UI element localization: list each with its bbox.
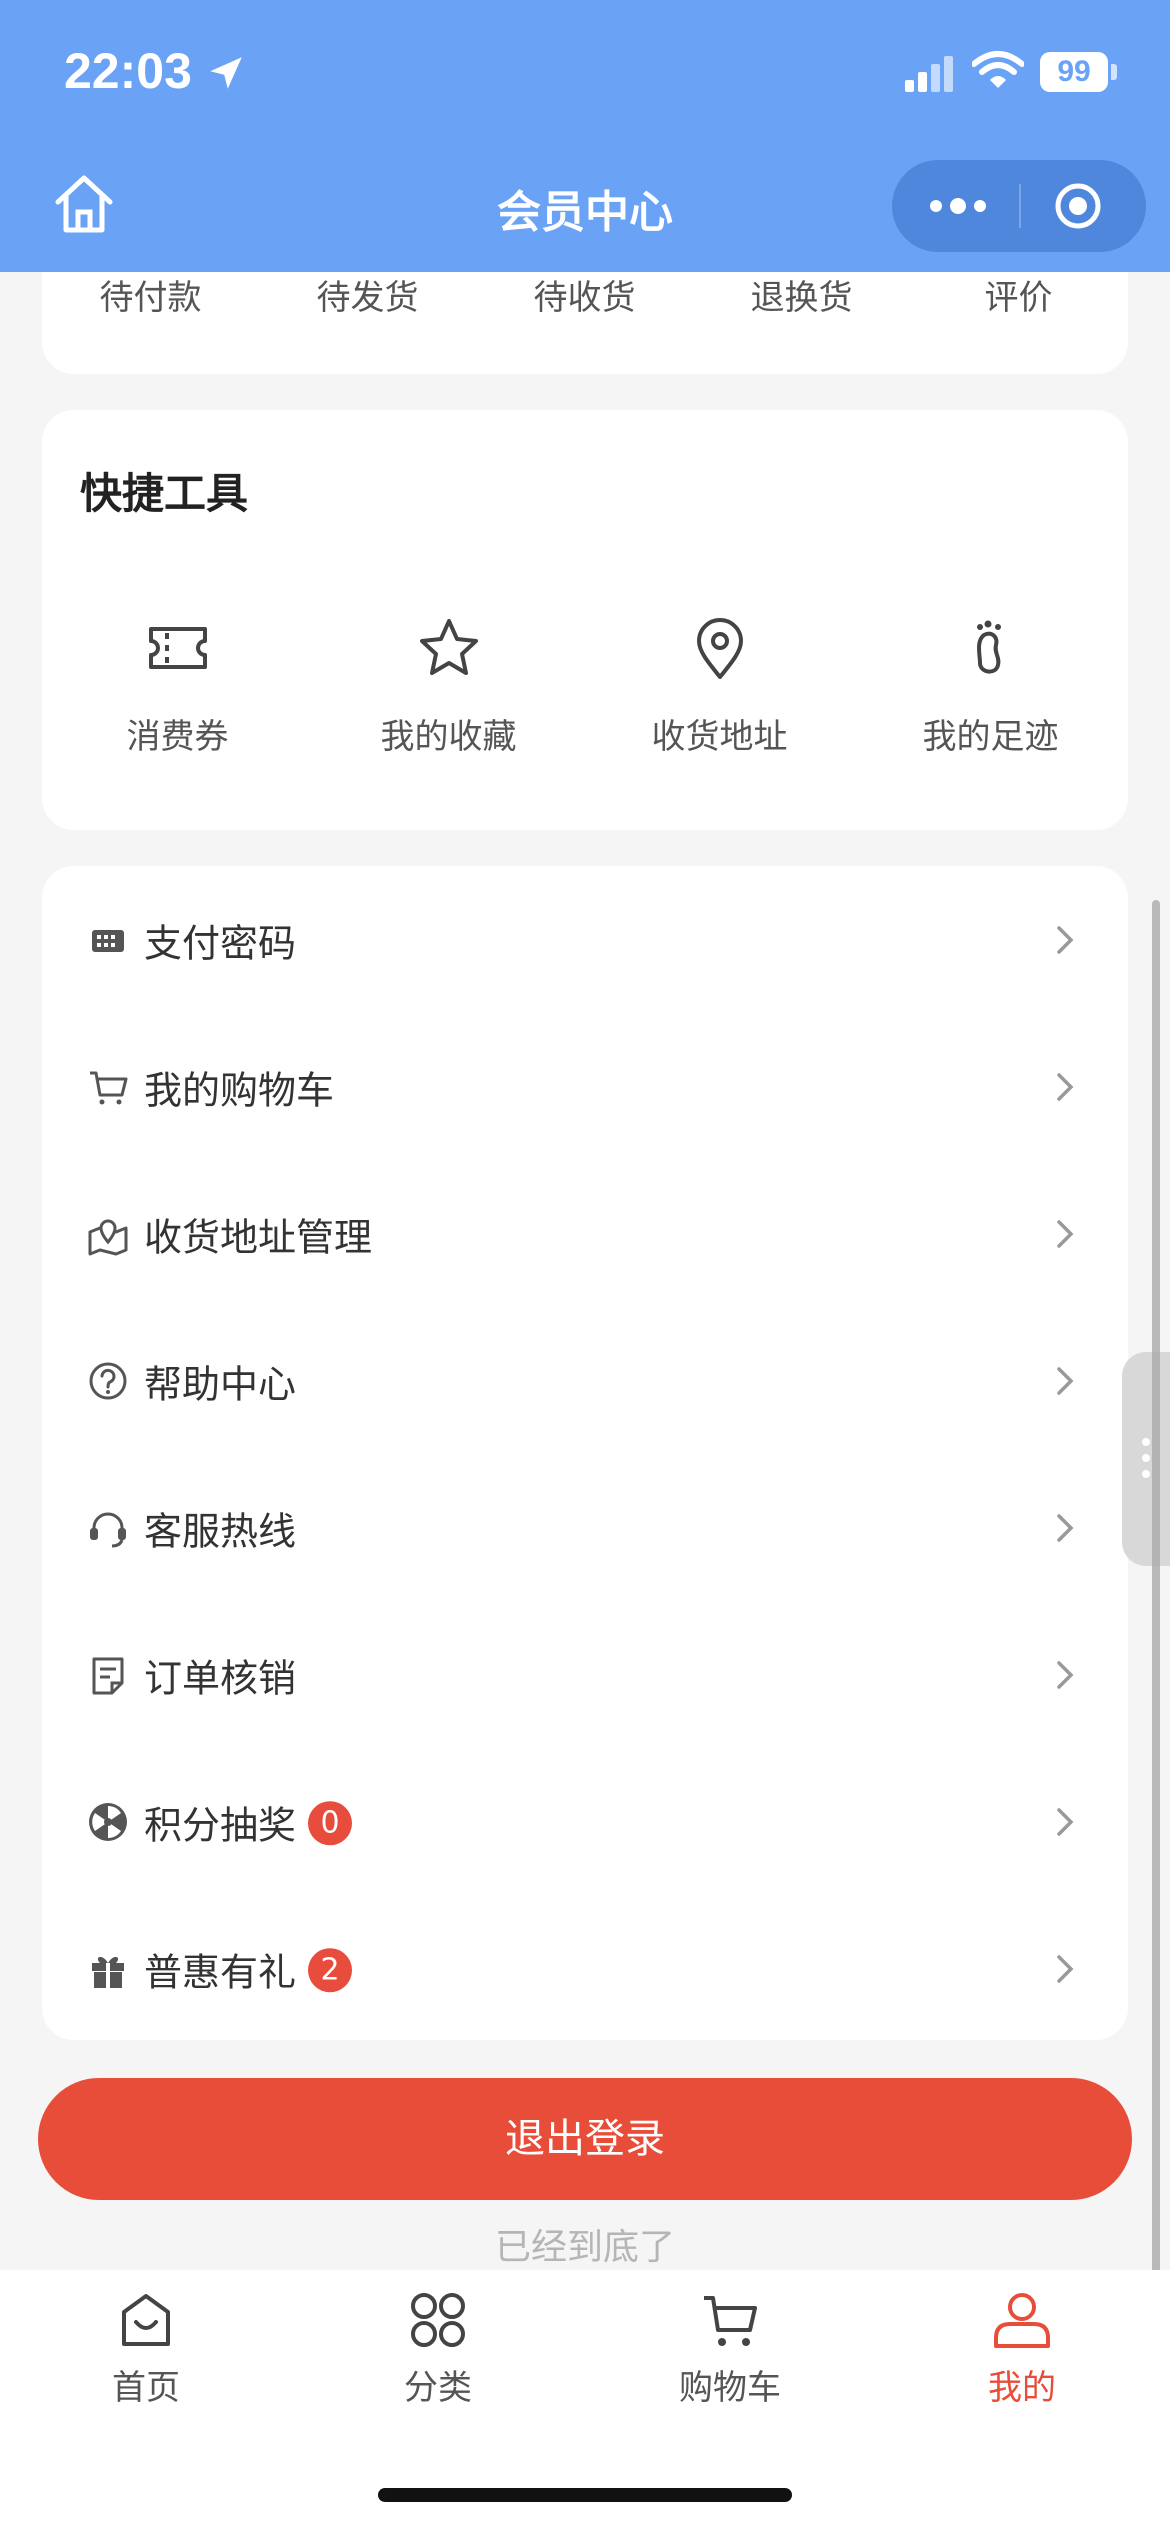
menu-label: 支付密码	[144, 912, 296, 967]
more-icon[interactable]	[928, 190, 988, 222]
tab-mine-label: 我的	[988, 2368, 1056, 2408]
chevron-right-icon	[1057, 1513, 1074, 1542]
signal-icon	[905, 56, 953, 92]
order-pending-receipt[interactable]: 待收货	[476, 270, 693, 319]
tool-footprints-label: 我的足迹	[922, 717, 1059, 757]
menu-label-text: 积分抽奖	[144, 1802, 297, 1847]
map-pin-icon	[88, 1219, 128, 1255]
menu-label-text: 支付密码	[144, 921, 297, 965]
chevron-right-icon	[1057, 1660, 1074, 1689]
menu-label-text: 我的购物车	[144, 1068, 335, 1112]
menu-label: 积分抽奖 0	[144, 1794, 353, 1850]
tool-coupons[interactable]: 消费券	[42, 615, 313, 758]
tab-category[interactable]: 分类	[292, 2290, 584, 2409]
quick-tools-title: 快捷工具	[80, 469, 249, 518]
order-pending-payment[interactable]: 待付款	[42, 270, 259, 319]
category-icon	[411, 2293, 465, 2347]
capsule-divider	[1019, 184, 1021, 228]
tool-footprints[interactable]: 我的足迹	[855, 615, 1126, 758]
tool-address-label: 收货地址	[651, 717, 788, 757]
footprint-icon	[976, 620, 1001, 674]
tool-address[interactable]: 收货地址	[584, 615, 855, 758]
chevron-right-icon	[1057, 1072, 1074, 1101]
status-time: 22:03	[64, 43, 192, 99]
tab-home[interactable]: 首页	[0, 2290, 292, 2409]
battery-indicator: 99	[1040, 52, 1108, 92]
cart-icon	[90, 1071, 128, 1104]
chevron-right-icon	[1057, 1807, 1074, 1836]
headset-icon	[90, 1512, 126, 1547]
order-returns[interactable]: 退换货	[693, 270, 910, 319]
home-bag-icon	[122, 2294, 170, 2346]
menu-item-payment-password[interactable]: 支付密码	[42, 866, 1128, 1013]
menu-label-text: 普惠有礼	[144, 1949, 297, 1994]
ticket-icon	[148, 627, 207, 669]
location-pin-icon	[696, 618, 743, 679]
home-indicator	[378, 2488, 792, 2502]
menu-label: 帮助中心	[144, 1353, 296, 1408]
mini-program-capsule	[892, 160, 1146, 252]
chevron-right-icon	[1057, 1366, 1074, 1395]
cart-icon	[704, 2296, 757, 2346]
menu-item-help-center[interactable]: 帮助中心	[42, 1307, 1128, 1454]
menu-label: 订单核销	[144, 1647, 296, 1702]
quick-tools-card: 快捷工具 消费券 我的收藏 收货地址 我的足迹	[42, 410, 1128, 830]
close-target-icon[interactable]	[1054, 182, 1102, 230]
menu-label: 客服热线	[144, 1500, 296, 1555]
document-icon	[92, 1657, 124, 1694]
order-pending-shipment[interactable]: 待发货	[259, 270, 476, 319]
user-icon	[994, 2293, 1050, 2348]
tab-mine[interactable]: 我的	[876, 2290, 1168, 2409]
menu-item-order-verification[interactable]: 订单核销	[42, 1601, 1128, 1748]
tool-favorites-label: 我的收藏	[380, 717, 517, 757]
chevron-right-icon	[1057, 1954, 1074, 1983]
menu-list-card: 支付密码 我的购物车 收货地址管理 帮助中心 客服热线 订单核销 积分抽奖 0 …	[42, 866, 1128, 2040]
chevron-right-icon	[1057, 925, 1074, 954]
wheel-icon	[89, 1802, 127, 1841]
menu-item-points-lottery[interactable]: 积分抽奖 0	[42, 1748, 1128, 1895]
menu-item-address-management[interactable]: 收货地址管理	[42, 1160, 1128, 1307]
menu-item-gifts[interactable]: 普惠有礼 2	[42, 1895, 1128, 2042]
menu-label-text: 收货地址管理	[144, 1215, 373, 1259]
count-badge: 2	[308, 1948, 353, 1993]
tab-cart-label: 购物车	[679, 2368, 781, 2408]
help-icon	[89, 1362, 127, 1399]
keypad-icon	[92, 929, 124, 952]
battery-tip	[1111, 64, 1117, 80]
menu-label-text: 订单核销	[144, 1656, 297, 1700]
scrollbar[interactable]	[1152, 900, 1160, 2500]
menu-label: 我的购物车	[144, 1059, 334, 1114]
gift-icon	[92, 1956, 124, 1988]
floating-side-handle[interactable]	[1122, 1352, 1170, 1566]
chevron-right-icon	[1057, 1219, 1074, 1248]
tool-favorites[interactable]: 我的收藏	[313, 615, 584, 758]
menu-item-cart[interactable]: 我的购物车	[42, 1013, 1128, 1160]
tool-coupons-label: 消费券	[126, 717, 229, 757]
top-bar: 22:03 99 会员中心	[0, 0, 1170, 272]
menu-label-text: 客服热线	[144, 1509, 297, 1553]
menu-label: 普惠有礼 2	[144, 1941, 353, 1997]
tab-home-label: 首页	[112, 2368, 180, 2408]
count-badge: 0	[308, 1801, 353, 1846]
logout-button[interactable]: 退出登录	[38, 2078, 1132, 2200]
menu-label-text: 帮助中心	[144, 1362, 297, 1406]
end-of-list-hint: 已经到底了	[494, 2227, 675, 2268]
wifi-icon	[972, 51, 1024, 88]
menu-item-customer-service[interactable]: 客服热线	[42, 1454, 1128, 1601]
star-icon	[419, 619, 478, 675]
location-arrow-icon	[210, 57, 242, 89]
tab-category-label: 分类	[404, 2368, 472, 2408]
order-review[interactable]: 评价	[910, 270, 1127, 319]
menu-label: 收货地址管理	[144, 1206, 372, 1261]
tab-cart[interactable]: 购物车	[584, 2290, 876, 2409]
